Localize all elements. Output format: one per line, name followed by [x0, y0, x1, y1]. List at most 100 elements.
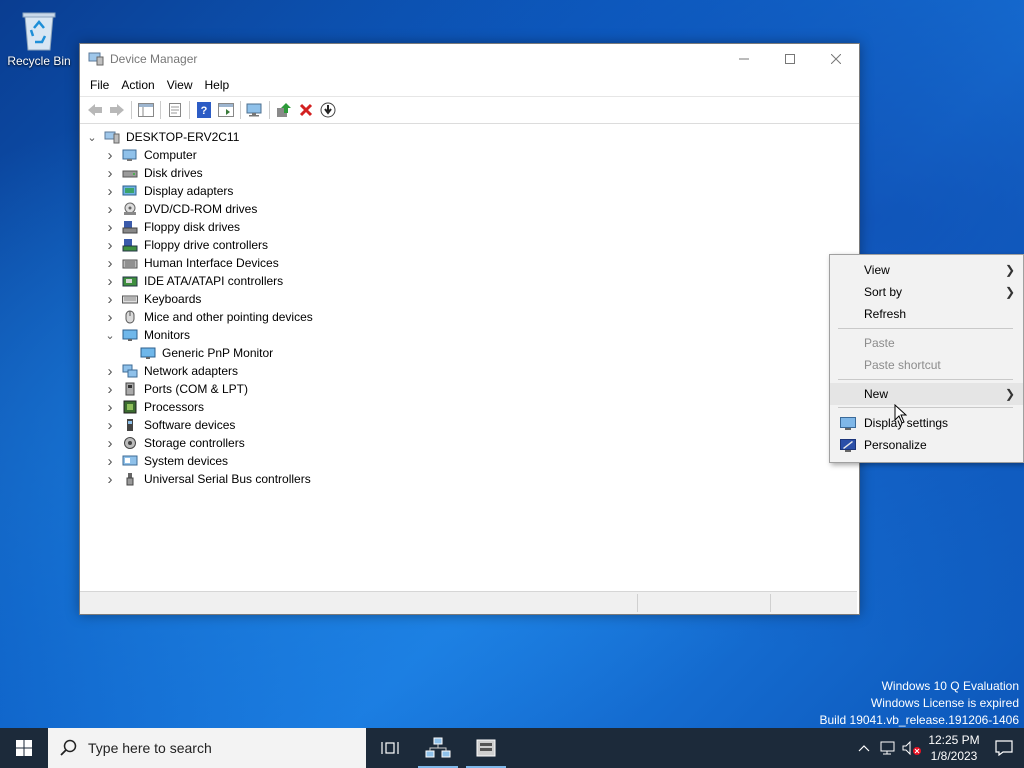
task-view-button[interactable]	[366, 728, 414, 768]
tree-item-label: Keyboards	[144, 292, 202, 306]
usb-icon	[126, 473, 134, 486]
ctx-new[interactable]: New ❯	[830, 383, 1023, 405]
tree-category-item[interactable]: › Software devices	[104, 416, 236, 434]
show-hide-console-tree-button[interactable]	[135, 100, 157, 120]
back-button[interactable]	[84, 100, 106, 120]
taskbar-server-app[interactable]	[462, 728, 510, 768]
tree-category-item[interactable]: › System devices	[104, 452, 229, 470]
expand-chevron-icon[interactable]: ›	[104, 165, 116, 182]
expand-chevron-icon[interactable]: ›	[104, 237, 116, 254]
expand-chevron-icon[interactable]: ›	[104, 381, 116, 398]
display-adapter-icon	[122, 185, 137, 196]
show-hidden-icons-button[interactable]	[852, 728, 876, 768]
expand-chevron-icon[interactable]: ›	[104, 273, 116, 290]
title-bar[interactable]: Device Manager	[80, 44, 859, 74]
tree-category-item[interactable]: › Storage controllers	[104, 434, 245, 452]
expand-chevron-icon[interactable]: ›	[104, 255, 116, 272]
forward-button[interactable]	[106, 100, 128, 120]
disable-device-button[interactable]	[317, 100, 339, 120]
uninstall-device-button[interactable]	[295, 100, 317, 120]
tree-category-item[interactable]: › Network adapters	[104, 362, 239, 380]
tree-category-item[interactable]: › Processors	[104, 398, 205, 416]
ctx-paste-shortcut[interactable]: Paste shortcut	[830, 354, 1023, 376]
software-device-icon	[127, 419, 133, 431]
tree-item-label: Computer	[144, 148, 197, 162]
tree-category-item[interactable]: › Computer	[104, 146, 197, 164]
expand-chevron-icon[interactable]: ›	[104, 435, 116, 452]
back-arrow-icon	[88, 104, 102, 116]
ctx-paste-shortcut-label: Paste shortcut	[864, 358, 941, 372]
expand-chevron-icon[interactable]: ›	[104, 147, 116, 164]
expand-chevron-icon[interactable]: ›	[104, 201, 116, 218]
ctx-sort-by[interactable]: Sort by ❯	[830, 281, 1023, 303]
menu-action[interactable]: Action	[115, 78, 160, 92]
windows-logo-icon	[16, 740, 32, 756]
action-pane-button[interactable]	[215, 100, 237, 120]
properties-button[interactable]	[164, 100, 186, 120]
expand-chevron-icon[interactable]: ›	[104, 183, 116, 200]
expand-chevron-icon[interactable]: ›	[104, 291, 116, 308]
tree-category-item[interactable]: › Floppy drive controllers	[104, 236, 269, 254]
expand-chevron-icon[interactable]: ›	[104, 417, 116, 434]
tree-root[interactable]: ⌄ DESKTOP-ERV2C11	[86, 128, 239, 146]
ctx-personalize[interactable]: Personalize	[830, 434, 1023, 456]
tree-category-item[interactable]: › Mice and other pointing devices	[104, 308, 313, 326]
desktop-context-menu: View ❯ Sort by ❯ Refresh Paste Paste sho…	[829, 254, 1024, 463]
tree-category-item[interactable]: › Human Interface Devices	[104, 254, 279, 272]
ctx-refresh[interactable]: Refresh	[830, 303, 1023, 325]
expand-chevron-icon[interactable]: ›	[104, 309, 116, 326]
dvd-drive-icon	[124, 202, 136, 215]
update-driver-icon	[277, 103, 291, 117]
start-button[interactable]	[0, 728, 48, 768]
ctx-display-settings[interactable]: Display settings	[830, 412, 1023, 434]
ctx-paste[interactable]: Paste	[830, 332, 1023, 354]
menu-view[interactable]: View	[161, 78, 199, 92]
tree-item-label: Processors	[144, 400, 205, 414]
taskbar-search-box[interactable]: Type here to search	[48, 728, 366, 768]
expand-chevron-icon[interactable]: ›	[104, 453, 116, 470]
update-driver-button[interactable]	[273, 100, 295, 120]
scan-hardware-button[interactable]	[244, 100, 266, 120]
help-button[interactable]: ?	[193, 100, 215, 120]
minimize-icon	[739, 58, 749, 60]
menu-file[interactable]: File	[84, 78, 115, 92]
recycle-bin[interactable]: Recycle Bin	[6, 6, 72, 68]
action-center-button[interactable]	[984, 728, 1024, 768]
tree-category-item[interactable]: › Display adapters	[104, 182, 234, 200]
menu-help[interactable]: Help	[199, 78, 236, 92]
device-manager-window: Device Manager File Action View Help ? ⌄…	[79, 43, 860, 615]
tree-category-item[interactable]: › Disk drives	[104, 164, 203, 182]
processor-icon	[123, 400, 137, 414]
tree-category-item[interactable]: › Universal Serial Bus controllers	[104, 470, 311, 488]
expand-chevron-icon[interactable]: ›	[104, 363, 116, 380]
tree-item-label: Monitors	[144, 328, 191, 342]
collapse-chevron-icon[interactable]: ⌄	[104, 329, 116, 342]
tree-category-item[interactable]: ⌄ Monitors	[104, 326, 190, 344]
network-tray-button[interactable]	[876, 728, 900, 768]
tree-category-item[interactable]: › Floppy disk drives	[104, 218, 241, 236]
ctx-refresh-label: Refresh	[864, 307, 907, 321]
tree-category-item[interactable]: › Ports (COM & LPT)	[104, 380, 249, 398]
expand-chevron-icon[interactable]: ›	[104, 399, 116, 416]
close-button[interactable]	[813, 44, 859, 74]
maximize-button[interactable]	[767, 44, 813, 74]
device-manager-icon	[88, 52, 104, 66]
ctx-view[interactable]: View ❯	[830, 259, 1023, 281]
toolbar: ?	[80, 96, 859, 124]
volume-tray-button[interactable]	[900, 728, 924, 768]
expand-chevron-icon[interactable]: ›	[104, 471, 116, 488]
taskbar-clock[interactable]: 12:25 PM 1/8/2023	[924, 732, 984, 764]
collapse-chevron-icon[interactable]: ⌄	[86, 131, 98, 144]
tree-item-label: IDE ATA/ATAPI controllers	[144, 274, 284, 288]
expand-chevron-icon[interactable]: ›	[104, 219, 116, 236]
tree-item-label: Floppy disk drives	[144, 220, 241, 234]
tree-category-item[interactable]: › DVD/CD-ROM drives	[104, 200, 258, 218]
monitor-icon	[122, 329, 138, 341]
notification-icon	[995, 740, 1013, 756]
taskbar-device-manager[interactable]	[414, 728, 462, 768]
tree-category-item[interactable]: › Keyboards	[104, 290, 202, 308]
tree-category-item[interactable]: › IDE ATA/ATAPI controllers	[104, 272, 284, 290]
tree-device-item[interactable]: Generic PnP Monitor	[122, 344, 273, 362]
status-separator	[770, 594, 771, 612]
minimize-button[interactable]	[721, 44, 767, 74]
